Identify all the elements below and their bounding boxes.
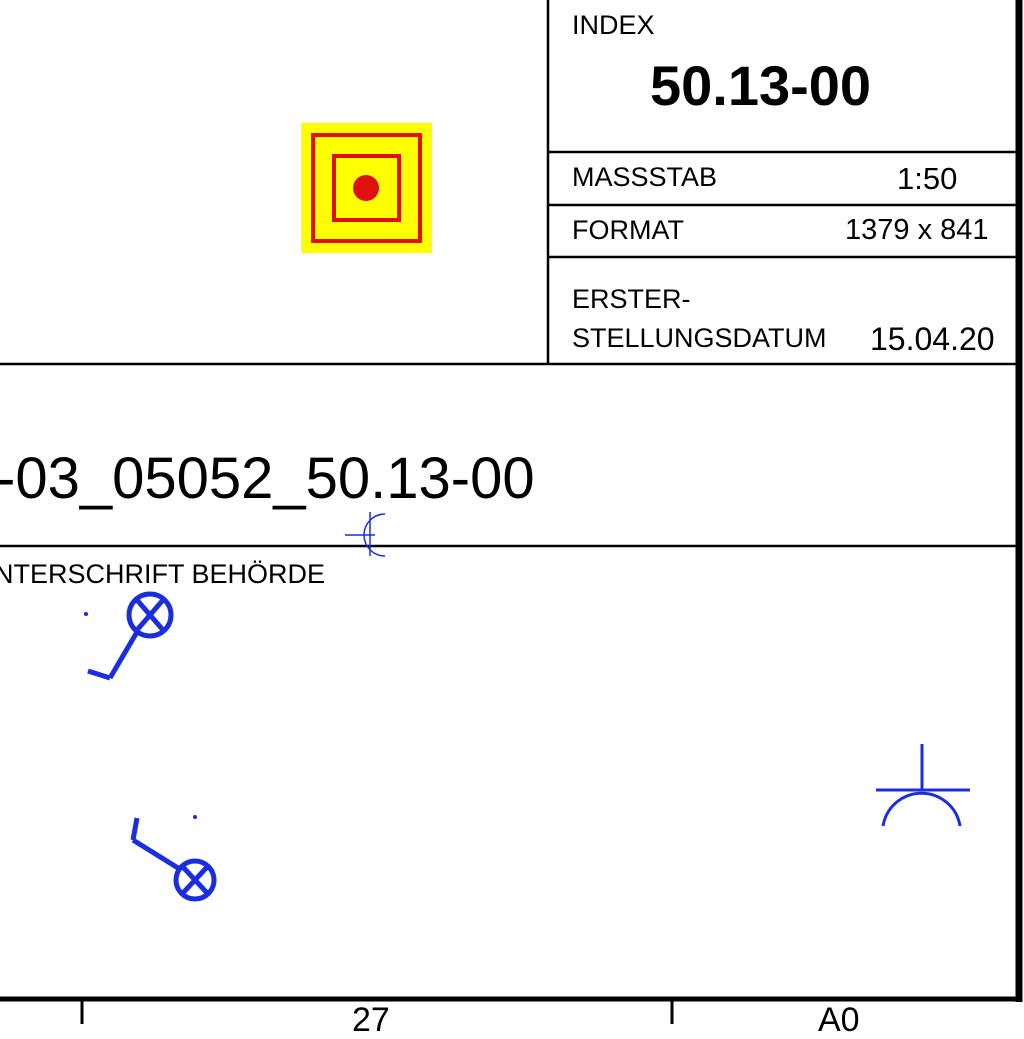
index-label: INDEX [572,10,655,40]
drawing-number: -03_05052_50.13-00 [0,446,535,511]
creation-date-value: 15.04.20 [870,321,995,357]
lamp-cross-icon [84,591,174,681]
creation-date-label: ERSTER- [572,284,691,314]
title-block-frame [0,0,1023,1024]
signature-label: NTERSCHRIFT BEHÖRDE [0,559,326,589]
format-value: 1379 x 841 [845,214,989,246]
bottom-cell-format: A0 [818,1001,860,1039]
format-label: FORMAT [572,215,684,245]
index-value: 50.13-00 [650,54,872,117]
drawing-sheet: INDEX 50.13-00 MASSSTAB 1:50 FORMAT 1379… [0,0,1024,1037]
target-square-icon [301,123,432,253]
socket-outlet-icon [876,744,970,827]
scale-label: MASSSTAB [572,162,718,192]
creation-date-label: STELLUNGSDATUM [572,323,827,353]
lamp-cross-icon [130,815,217,902]
bottom-cell-number: 27 [352,1001,390,1039]
crosshair-icon [345,512,386,557]
scale-value: 1:50 [897,161,958,196]
